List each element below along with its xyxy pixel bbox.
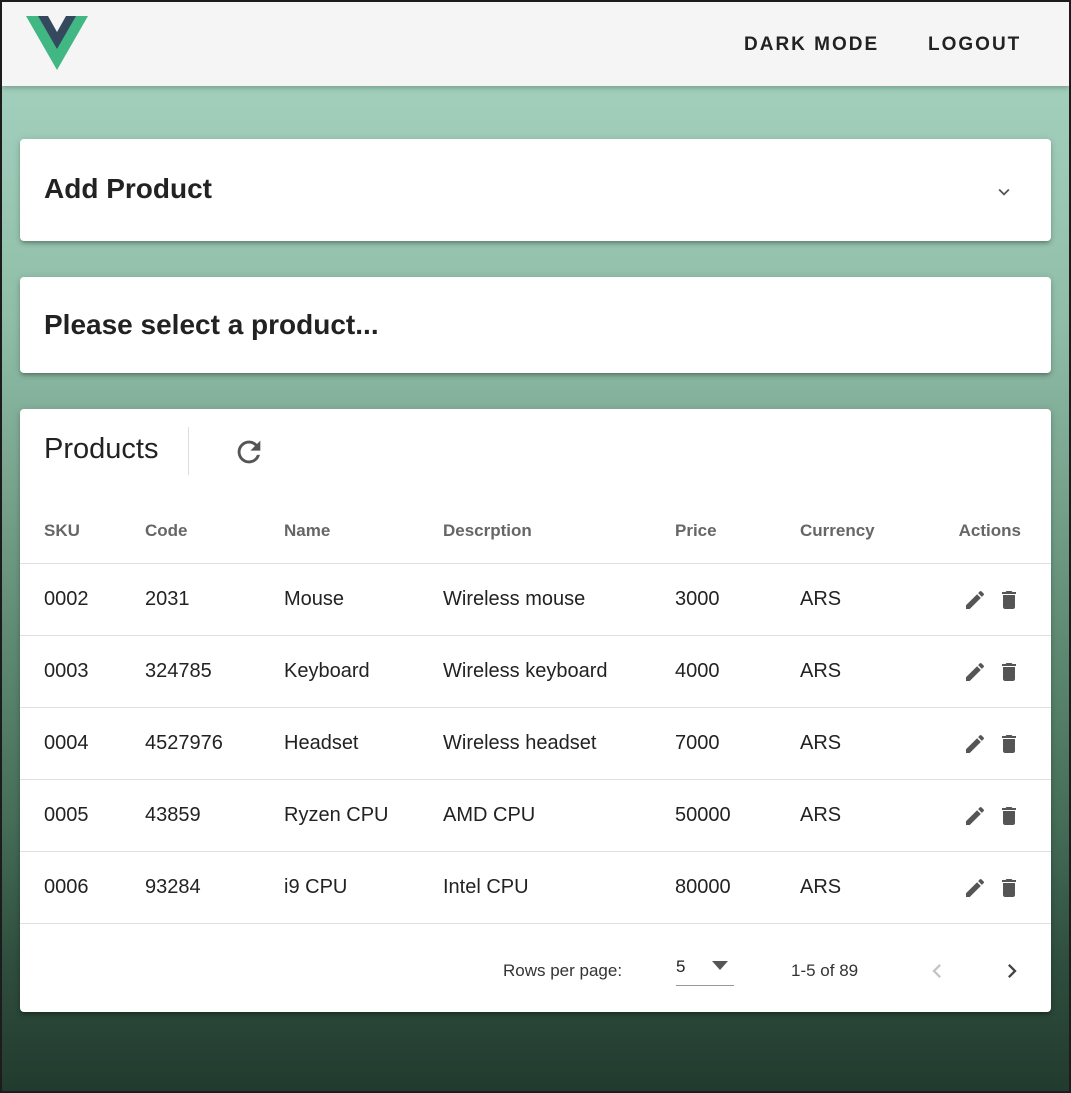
cell-code: 4527976: [145, 707, 284, 780]
cell-sku: 0002: [20, 563, 145, 636]
chevron-left-icon[interactable]: [923, 957, 951, 985]
cell-description: Wireless headset: [443, 707, 675, 780]
cell-code: 324785: [145, 635, 284, 708]
cell-name: i9 CPU: [284, 851, 443, 924]
cell-actions: [931, 707, 1051, 780]
cell-name: Keyboard: [284, 635, 443, 708]
chevron-down-icon[interactable]: [993, 181, 1015, 203]
trash-icon[interactable]: [997, 732, 1021, 756]
cell-actions: [931, 779, 1051, 852]
cell-price: 50000: [675, 779, 800, 852]
cell-name: Ryzen CPU: [284, 779, 443, 852]
table-header-row: SKU Code Name Descrption Price Currency …: [20, 499, 1051, 564]
col-header-description[interactable]: Descrption: [443, 499, 675, 564]
table-row[interactable]: 0006 93284 i9 CPU Intel CPU 80000 ARS: [20, 851, 1051, 924]
selected-product-card: Please select a product...: [20, 277, 1051, 373]
trash-icon[interactable]: [997, 876, 1021, 900]
cell-actions: [931, 851, 1051, 924]
table-row[interactable]: 0004 4527976 Headset Wireless headset 7000 AR…: [20, 707, 1051, 780]
cell-description: Intel CPU: [443, 851, 675, 924]
col-header-sku[interactable]: SKU: [20, 499, 145, 564]
cell-currency: ARS: [800, 635, 931, 708]
cell-code: 2031: [145, 563, 284, 636]
logout-button[interactable]: LOGOUT: [928, 30, 1021, 60]
trash-icon[interactable]: [997, 660, 1021, 684]
selected-product-title: Please select a product...: [44, 309, 379, 340]
cell-currency: ARS: [800, 563, 931, 636]
app-bar: DARK MODE LOGOUT: [2, 2, 1069, 86]
table-row[interactable]: 0003 324785 Keyboard Wireless keyboard 4000 A…: [20, 635, 1051, 708]
cell-price: 4000: [675, 635, 800, 708]
caret-down-icon: [712, 961, 728, 970]
cell-code: 93284: [145, 851, 284, 924]
cell-sku: 0004: [20, 707, 145, 780]
cell-actions: [931, 563, 1051, 636]
pencil-icon[interactable]: [963, 588, 987, 612]
col-header-name[interactable]: Name: [284, 499, 443, 564]
cell-price: 80000: [675, 851, 800, 924]
app-frame: DARK MODE LOGOUT Add Product Please sele…: [0, 0, 1071, 1093]
col-header-price[interactable]: Price: [675, 499, 800, 564]
cell-description: Wireless mouse: [443, 563, 675, 636]
rows-per-page-value: 5: [676, 957, 686, 976]
rows-per-page-label: Rows per page:: [503, 961, 623, 980]
vue-logo: [26, 16, 88, 70]
col-header-code[interactable]: Code: [145, 499, 284, 564]
products-card: Products SKU Code Name Descrption Price …: [20, 409, 1051, 1012]
cell-code: 43859: [145, 779, 284, 852]
add-product-panel[interactable]: Add Product: [20, 139, 1051, 241]
products-title: Products: [44, 433, 159, 465]
pencil-icon[interactable]: [963, 876, 987, 900]
pencil-icon[interactable]: [963, 804, 987, 828]
cell-currency: ARS: [800, 707, 931, 780]
cell-sku: 0003: [20, 635, 145, 708]
cell-sku: 0005: [20, 779, 145, 852]
cell-actions: [931, 635, 1051, 708]
table-row[interactable]: 0005 43859 Ryzen CPU AMD CPU 50000 ARS: [20, 779, 1051, 852]
dark-mode-button[interactable]: DARK MODE: [744, 30, 879, 60]
col-header-currency[interactable]: Currency: [800, 499, 931, 564]
pagination-range: 1-5 of 89: [791, 961, 859, 980]
refresh-icon[interactable]: [232, 435, 266, 469]
cell-name: Headset: [284, 707, 443, 780]
cell-name: Mouse: [284, 563, 443, 636]
pencil-icon[interactable]: [963, 660, 987, 684]
rows-per-page-select[interactable]: 5: [676, 945, 734, 986]
chevron-right-icon[interactable]: [998, 957, 1026, 985]
cell-price: 3000: [675, 563, 800, 636]
cell-description: AMD CPU: [443, 779, 675, 852]
title-divider: [188, 427, 189, 475]
table-row[interactable]: 0002 2031 Mouse Wireless mouse 3000 ARS: [20, 563, 1051, 636]
cell-currency: ARS: [800, 851, 931, 924]
pencil-icon[interactable]: [963, 732, 987, 756]
cell-currency: ARS: [800, 779, 931, 852]
trash-icon[interactable]: [997, 588, 1021, 612]
trash-icon[interactable]: [997, 804, 1021, 828]
cell-price: 7000: [675, 707, 800, 780]
col-header-actions: Actions: [931, 499, 1051, 564]
cell-sku: 0006: [20, 851, 145, 924]
add-product-title: Add Product: [44, 173, 212, 204]
products-table: SKU Code Name Descrption Price Currency …: [20, 499, 1051, 924]
cell-description: Wireless keyboard: [443, 635, 675, 708]
